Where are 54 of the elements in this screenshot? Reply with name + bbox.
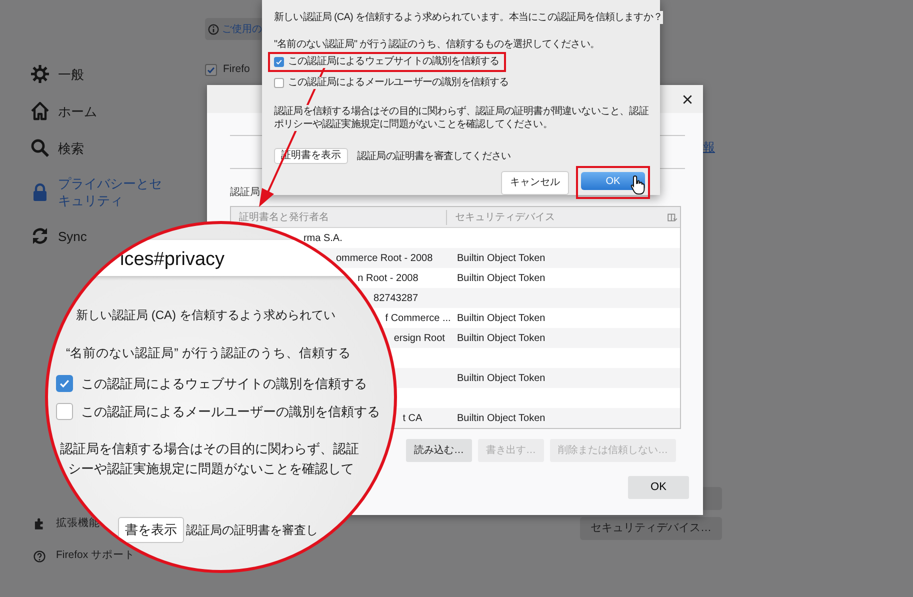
table-cell: ommerce Root - 2008 — [336, 252, 433, 264]
sidebar-item[interactable]: プライバシーとセキュリティ — [30, 175, 164, 209]
checkbox[interactable] — [205, 64, 217, 76]
dialog-prompt: “名前のない認証局” が行う認証のうち、信頼する — [66, 345, 351, 362]
checkbox-option[interactable]: この認証局によるウェブサイトの識別を信頼する — [56, 374, 367, 394]
close-icon — [682, 94, 693, 104]
ok-button[interactable]: OK — [628, 476, 689, 499]
sidebar-item[interactable]: 検索 — [30, 138, 84, 158]
section-label: 認証局 — [230, 186, 260, 200]
puzzle-icon — [33, 516, 46, 530]
help-icon — [33, 550, 46, 563]
table-cell: Builtin Object Token — [457, 312, 546, 324]
security-devices-button[interactable]: セキュリティデバイス… — [580, 517, 722, 540]
hint-text: 認証局の証明書を審査してください — [357, 150, 511, 164]
gear-icon — [30, 64, 50, 84]
checkmark-icon — [275, 58, 283, 66]
column-header[interactable]: 証明書名と発行者名 — [231, 210, 455, 224]
dialog-message: 新しい認証局 (CA) を信頼するよう求められてい — [76, 307, 336, 324]
dialog-button[interactable]: 読み込む… — [406, 439, 472, 462]
table-cell: Builtin Object Token — [457, 252, 546, 264]
checkmark-icon — [58, 377, 71, 390]
table-cell: 82743287 — [374, 292, 418, 304]
dialog-note: 認証局を信頼する場合はその目的に関わらず、認証局の証明書が間違いないこと、認証ポリシーや認証実施規定に問題がないことを確認してください。 — [274, 105, 652, 131]
highlighted-option[interactable]: この認証局によるウェブサイトの識別を信頼する — [268, 52, 506, 72]
hand-cursor-icon — [629, 174, 647, 196]
sidebar-item[interactable]: 一般 — [30, 64, 84, 84]
table-cell: Builtin Object Token — [457, 332, 546, 344]
column-picker-icon — [667, 212, 678, 222]
table-cell: n Root - 2008 — [358, 272, 418, 284]
home-icon — [30, 101, 50, 121]
search-icon — [30, 138, 50, 158]
sync-icon — [30, 226, 50, 246]
table-cell: rma S.A. — [303, 232, 342, 244]
sidebar-item[interactable]: ホーム — [30, 101, 97, 121]
dialog-message: 新しい認証局 (CA) を信頼するよう求められています。本当にこの認証局を信頼しますか？ — [274, 11, 663, 24]
info-icon — [208, 24, 219, 34]
hint-text: 認証局の証明書を審査し — [186, 522, 318, 539]
table-cell: f Commerce ... — [385, 312, 451, 324]
cancel-button[interactable]: キャンセル — [501, 170, 569, 194]
address-text: ices#privacy — [120, 248, 225, 272]
checkbox-label: Firefo — [223, 62, 250, 77]
table-cell: Builtin Object Token — [457, 272, 546, 284]
sidebar-item[interactable]: Sync — [30, 226, 87, 246]
dialog-note-line: 認証局を信頼する場合はその目的に関わらず、認証 — [60, 440, 359, 458]
checkbox-option[interactable]: この認証局によるメールユーザーの識別を信頼する — [56, 402, 380, 422]
column-header[interactable]: セキュリティデバイス — [455, 210, 555, 224]
info-text: ご使用の — [222, 22, 262, 36]
link[interactable]: 報 — [703, 138, 715, 156]
view-certificate-button[interactable]: 書を表示 — [118, 517, 184, 542]
table-cell: Builtin Object Token — [457, 412, 546, 424]
table-cell: Builtin Object Token — [457, 372, 546, 384]
table-cell: ersign Root — [394, 332, 445, 344]
dialog-note-line: シーや認証実施規定に問題がないことを確認して — [68, 460, 354, 478]
table-cell: t CA — [402, 412, 422, 424]
